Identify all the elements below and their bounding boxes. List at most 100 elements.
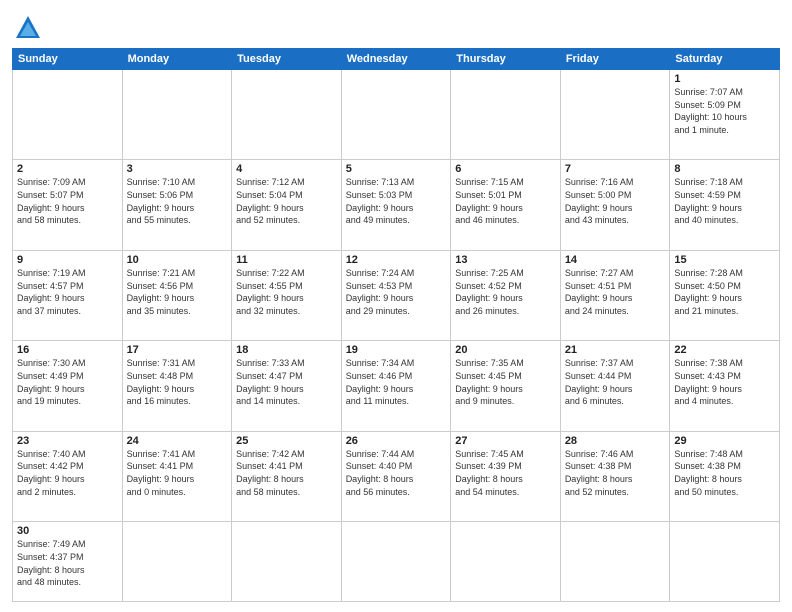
- calendar-cell: 3Sunrise: 7:10 AM Sunset: 5:06 PM Daylig…: [122, 160, 232, 250]
- calendar-week-0: 1Sunrise: 7:07 AM Sunset: 5:09 PM Daylig…: [13, 70, 780, 160]
- calendar-cell: [232, 70, 342, 160]
- day-number: 7: [565, 163, 666, 175]
- logo-icon: [14, 14, 42, 42]
- day-number: 16: [17, 344, 118, 356]
- day-info: Sunrise: 7:27 AM Sunset: 4:51 PM Dayligh…: [565, 267, 666, 317]
- day-number: 5: [346, 163, 447, 175]
- day-info: Sunrise: 7:41 AM Sunset: 4:41 PM Dayligh…: [127, 448, 228, 498]
- calendar-body: 1Sunrise: 7:07 AM Sunset: 5:09 PM Daylig…: [13, 70, 780, 602]
- calendar-week-4: 23Sunrise: 7:40 AM Sunset: 4:42 PM Dayli…: [13, 431, 780, 521]
- day-number: 28: [565, 435, 666, 447]
- day-info: Sunrise: 7:07 AM Sunset: 5:09 PM Dayligh…: [674, 86, 775, 136]
- day-info: Sunrise: 7:42 AM Sunset: 4:41 PM Dayligh…: [236, 448, 337, 498]
- calendar-cell: 18Sunrise: 7:33 AM Sunset: 4:47 PM Dayli…: [232, 341, 342, 431]
- calendar-cell: 28Sunrise: 7:46 AM Sunset: 4:38 PM Dayli…: [560, 431, 670, 521]
- day-number: 13: [455, 254, 556, 266]
- day-number: 21: [565, 344, 666, 356]
- day-number: 3: [127, 163, 228, 175]
- calendar-cell: 23Sunrise: 7:40 AM Sunset: 4:42 PM Dayli…: [13, 431, 123, 521]
- calendar-cell: 7Sunrise: 7:16 AM Sunset: 5:00 PM Daylig…: [560, 160, 670, 250]
- day-info: Sunrise: 7:15 AM Sunset: 5:01 PM Dayligh…: [455, 176, 556, 226]
- page: SundayMondayTuesdayWednesdayThursdayFrid…: [0, 0, 792, 612]
- day-number: 20: [455, 344, 556, 356]
- day-info: Sunrise: 7:19 AM Sunset: 4:57 PM Dayligh…: [17, 267, 118, 317]
- day-info: Sunrise: 7:38 AM Sunset: 4:43 PM Dayligh…: [674, 357, 775, 407]
- day-number: 25: [236, 435, 337, 447]
- day-info: Sunrise: 7:18 AM Sunset: 4:59 PM Dayligh…: [674, 176, 775, 226]
- calendar-cell: 16Sunrise: 7:30 AM Sunset: 4:49 PM Dayli…: [13, 341, 123, 431]
- calendar-cell: [232, 522, 342, 602]
- day-info: Sunrise: 7:13 AM Sunset: 5:03 PM Dayligh…: [346, 176, 447, 226]
- weekday-sunday: Sunday: [13, 49, 123, 70]
- day-info: Sunrise: 7:49 AM Sunset: 4:37 PM Dayligh…: [17, 538, 118, 588]
- calendar-cell: 5Sunrise: 7:13 AM Sunset: 5:03 PM Daylig…: [341, 160, 451, 250]
- day-info: Sunrise: 7:44 AM Sunset: 4:40 PM Dayligh…: [346, 448, 447, 498]
- calendar-cell: 29Sunrise: 7:48 AM Sunset: 4:38 PM Dayli…: [670, 431, 780, 521]
- calendar-cell: 15Sunrise: 7:28 AM Sunset: 4:50 PM Dayli…: [670, 250, 780, 340]
- day-number: 2: [17, 163, 118, 175]
- day-info: Sunrise: 7:34 AM Sunset: 4:46 PM Dayligh…: [346, 357, 447, 407]
- weekday-friday: Friday: [560, 49, 670, 70]
- weekday-monday: Monday: [122, 49, 232, 70]
- day-number: 6: [455, 163, 556, 175]
- day-info: Sunrise: 7:35 AM Sunset: 4:45 PM Dayligh…: [455, 357, 556, 407]
- day-number: 22: [674, 344, 775, 356]
- day-number: 27: [455, 435, 556, 447]
- calendar-cell: [341, 70, 451, 160]
- day-info: Sunrise: 7:10 AM Sunset: 5:06 PM Dayligh…: [127, 176, 228, 226]
- calendar-cell: 11Sunrise: 7:22 AM Sunset: 4:55 PM Dayli…: [232, 250, 342, 340]
- day-number: 14: [565, 254, 666, 266]
- day-number: 9: [17, 254, 118, 266]
- logo: [12, 14, 42, 42]
- day-number: 23: [17, 435, 118, 447]
- day-info: Sunrise: 7:24 AM Sunset: 4:53 PM Dayligh…: [346, 267, 447, 317]
- day-number: 19: [346, 344, 447, 356]
- calendar-cell: 30Sunrise: 7:49 AM Sunset: 4:37 PM Dayli…: [13, 522, 123, 602]
- calendar-cell: 22Sunrise: 7:38 AM Sunset: 4:43 PM Dayli…: [670, 341, 780, 431]
- day-number: 4: [236, 163, 337, 175]
- calendar-cell: [451, 70, 561, 160]
- calendar-cell: 10Sunrise: 7:21 AM Sunset: 4:56 PM Dayli…: [122, 250, 232, 340]
- calendar-cell: [560, 70, 670, 160]
- day-info: Sunrise: 7:46 AM Sunset: 4:38 PM Dayligh…: [565, 448, 666, 498]
- weekday-header-row: SundayMondayTuesdayWednesdayThursdayFrid…: [13, 49, 780, 70]
- day-info: Sunrise: 7:45 AM Sunset: 4:39 PM Dayligh…: [455, 448, 556, 498]
- day-number: 1: [674, 73, 775, 85]
- calendar-cell: 12Sunrise: 7:24 AM Sunset: 4:53 PM Dayli…: [341, 250, 451, 340]
- calendar-cell: [560, 522, 670, 602]
- day-info: Sunrise: 7:12 AM Sunset: 5:04 PM Dayligh…: [236, 176, 337, 226]
- day-number: 12: [346, 254, 447, 266]
- day-number: 11: [236, 254, 337, 266]
- calendar-cell: 1Sunrise: 7:07 AM Sunset: 5:09 PM Daylig…: [670, 70, 780, 160]
- day-info: Sunrise: 7:40 AM Sunset: 4:42 PM Dayligh…: [17, 448, 118, 498]
- day-number: 8: [674, 163, 775, 175]
- calendar-table: SundayMondayTuesdayWednesdayThursdayFrid…: [12, 48, 780, 602]
- calendar-cell: [451, 522, 561, 602]
- weekday-saturday: Saturday: [670, 49, 780, 70]
- calendar-cell: [122, 522, 232, 602]
- calendar-cell: 2Sunrise: 7:09 AM Sunset: 5:07 PM Daylig…: [13, 160, 123, 250]
- calendar-week-1: 2Sunrise: 7:09 AM Sunset: 5:07 PM Daylig…: [13, 160, 780, 250]
- day-info: Sunrise: 7:21 AM Sunset: 4:56 PM Dayligh…: [127, 267, 228, 317]
- calendar-cell: 9Sunrise: 7:19 AM Sunset: 4:57 PM Daylig…: [13, 250, 123, 340]
- calendar-cell: 25Sunrise: 7:42 AM Sunset: 4:41 PM Dayli…: [232, 431, 342, 521]
- calendar-week-2: 9Sunrise: 7:19 AM Sunset: 4:57 PM Daylig…: [13, 250, 780, 340]
- calendar-week-5: 30Sunrise: 7:49 AM Sunset: 4:37 PM Dayli…: [13, 522, 780, 602]
- calendar-cell: [13, 70, 123, 160]
- day-info: Sunrise: 7:28 AM Sunset: 4:50 PM Dayligh…: [674, 267, 775, 317]
- calendar-cell: [670, 522, 780, 602]
- calendar-cell: 27Sunrise: 7:45 AM Sunset: 4:39 PM Dayli…: [451, 431, 561, 521]
- weekday-tuesday: Tuesday: [232, 49, 342, 70]
- calendar-cell: [122, 70, 232, 160]
- calendar-week-3: 16Sunrise: 7:30 AM Sunset: 4:49 PM Dayli…: [13, 341, 780, 431]
- calendar-cell: [341, 522, 451, 602]
- day-number: 30: [17, 525, 118, 537]
- day-number: 10: [127, 254, 228, 266]
- header: [12, 10, 780, 42]
- day-info: Sunrise: 7:22 AM Sunset: 4:55 PM Dayligh…: [236, 267, 337, 317]
- weekday-wednesday: Wednesday: [341, 49, 451, 70]
- day-info: Sunrise: 7:25 AM Sunset: 4:52 PM Dayligh…: [455, 267, 556, 317]
- weekday-thursday: Thursday: [451, 49, 561, 70]
- day-number: 26: [346, 435, 447, 447]
- day-info: Sunrise: 7:16 AM Sunset: 5:00 PM Dayligh…: [565, 176, 666, 226]
